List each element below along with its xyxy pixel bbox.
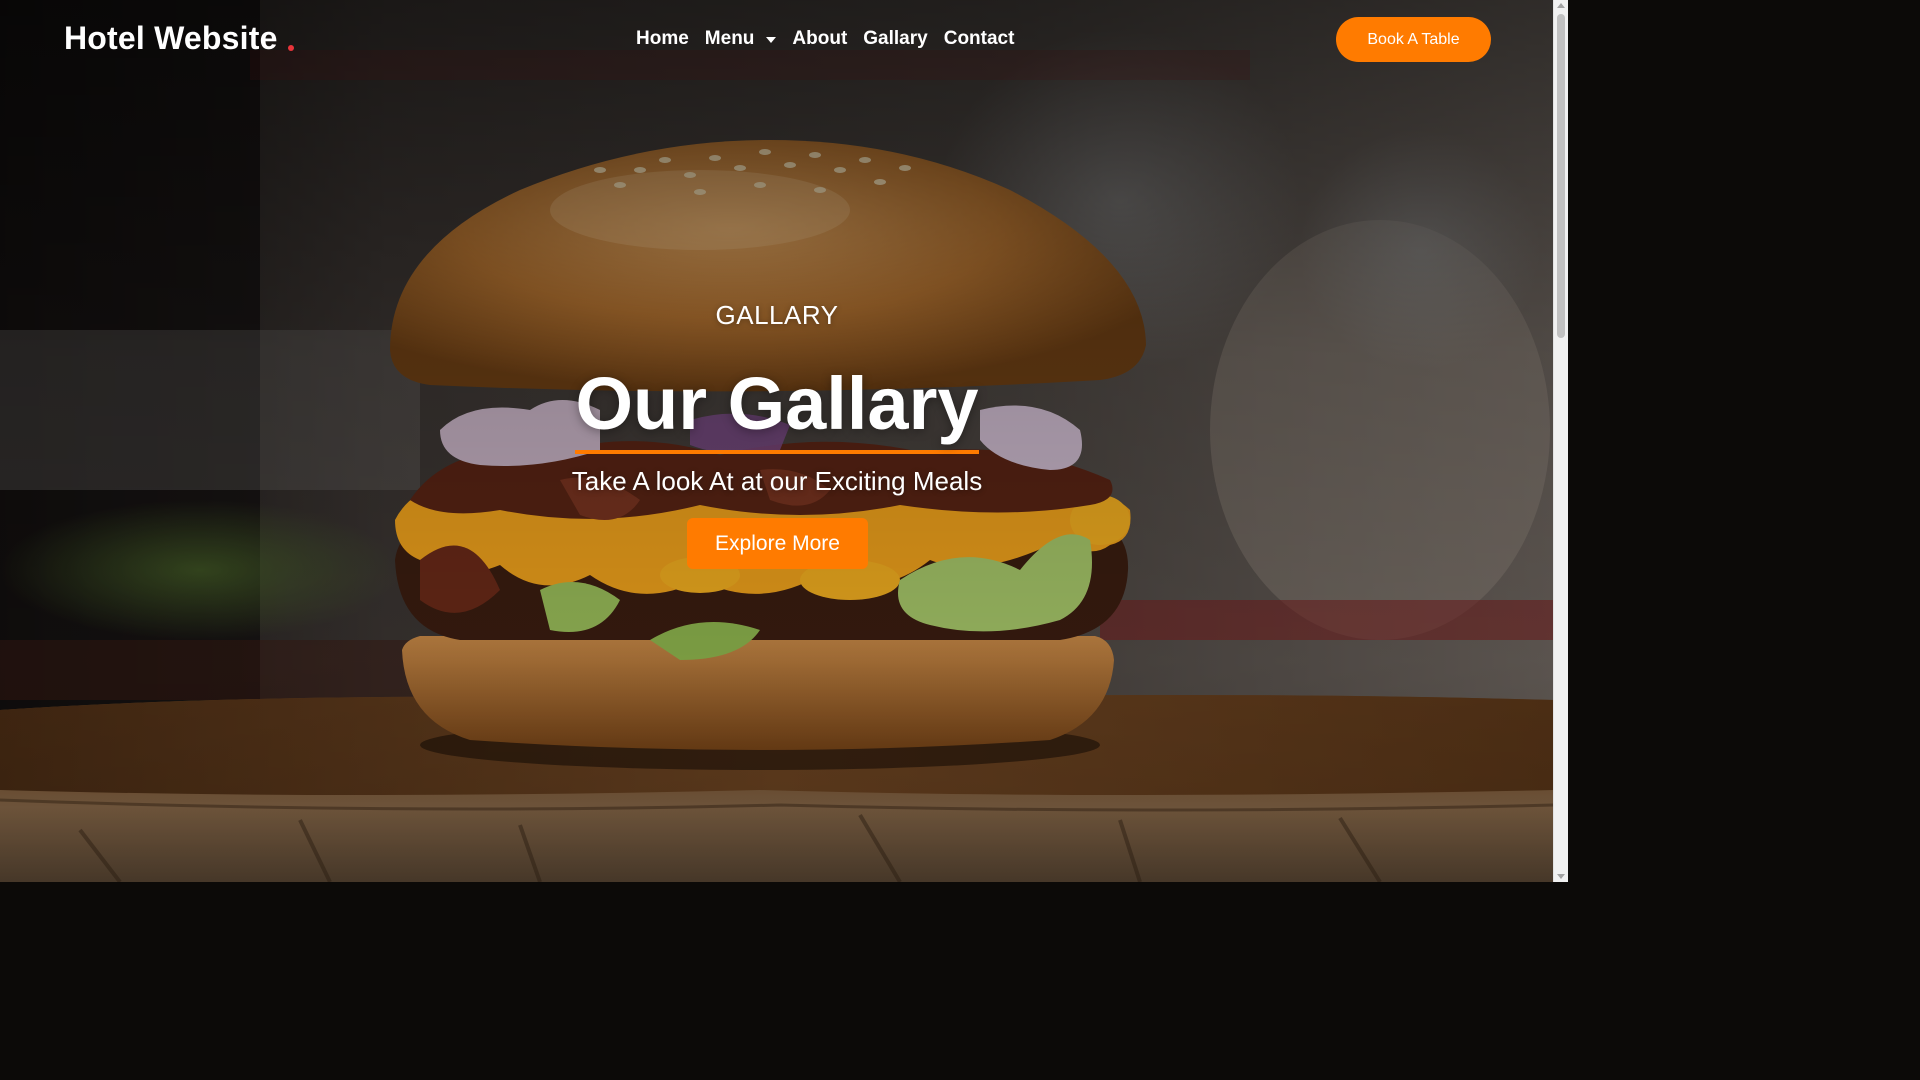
hero-headline: Our Gallary [575, 362, 979, 454]
hero-subheadline: Take A look At at our Exciting Meals [571, 466, 983, 496]
hero-section: GALLARY Our Gallary Take A look At at ou… [0, 0, 1554, 882]
hero-eyebrow: GALLARY [715, 300, 839, 330]
page: Hotel Website Home Menu About Gallary Co… [0, 0, 1568, 882]
scrollbar-thumb[interactable] [1557, 14, 1565, 338]
explore-more-button[interactable]: Explore More [687, 518, 868, 569]
hero-headline-wrap: Our Gallary [0, 362, 1554, 454]
explore-more-label: Explore More [715, 531, 840, 555]
scroll-down-arrow-icon[interactable] [1557, 874, 1565, 879]
page-scrollbar[interactable] [1553, 0, 1568, 882]
scroll-up-arrow-icon[interactable] [1557, 3, 1565, 8]
